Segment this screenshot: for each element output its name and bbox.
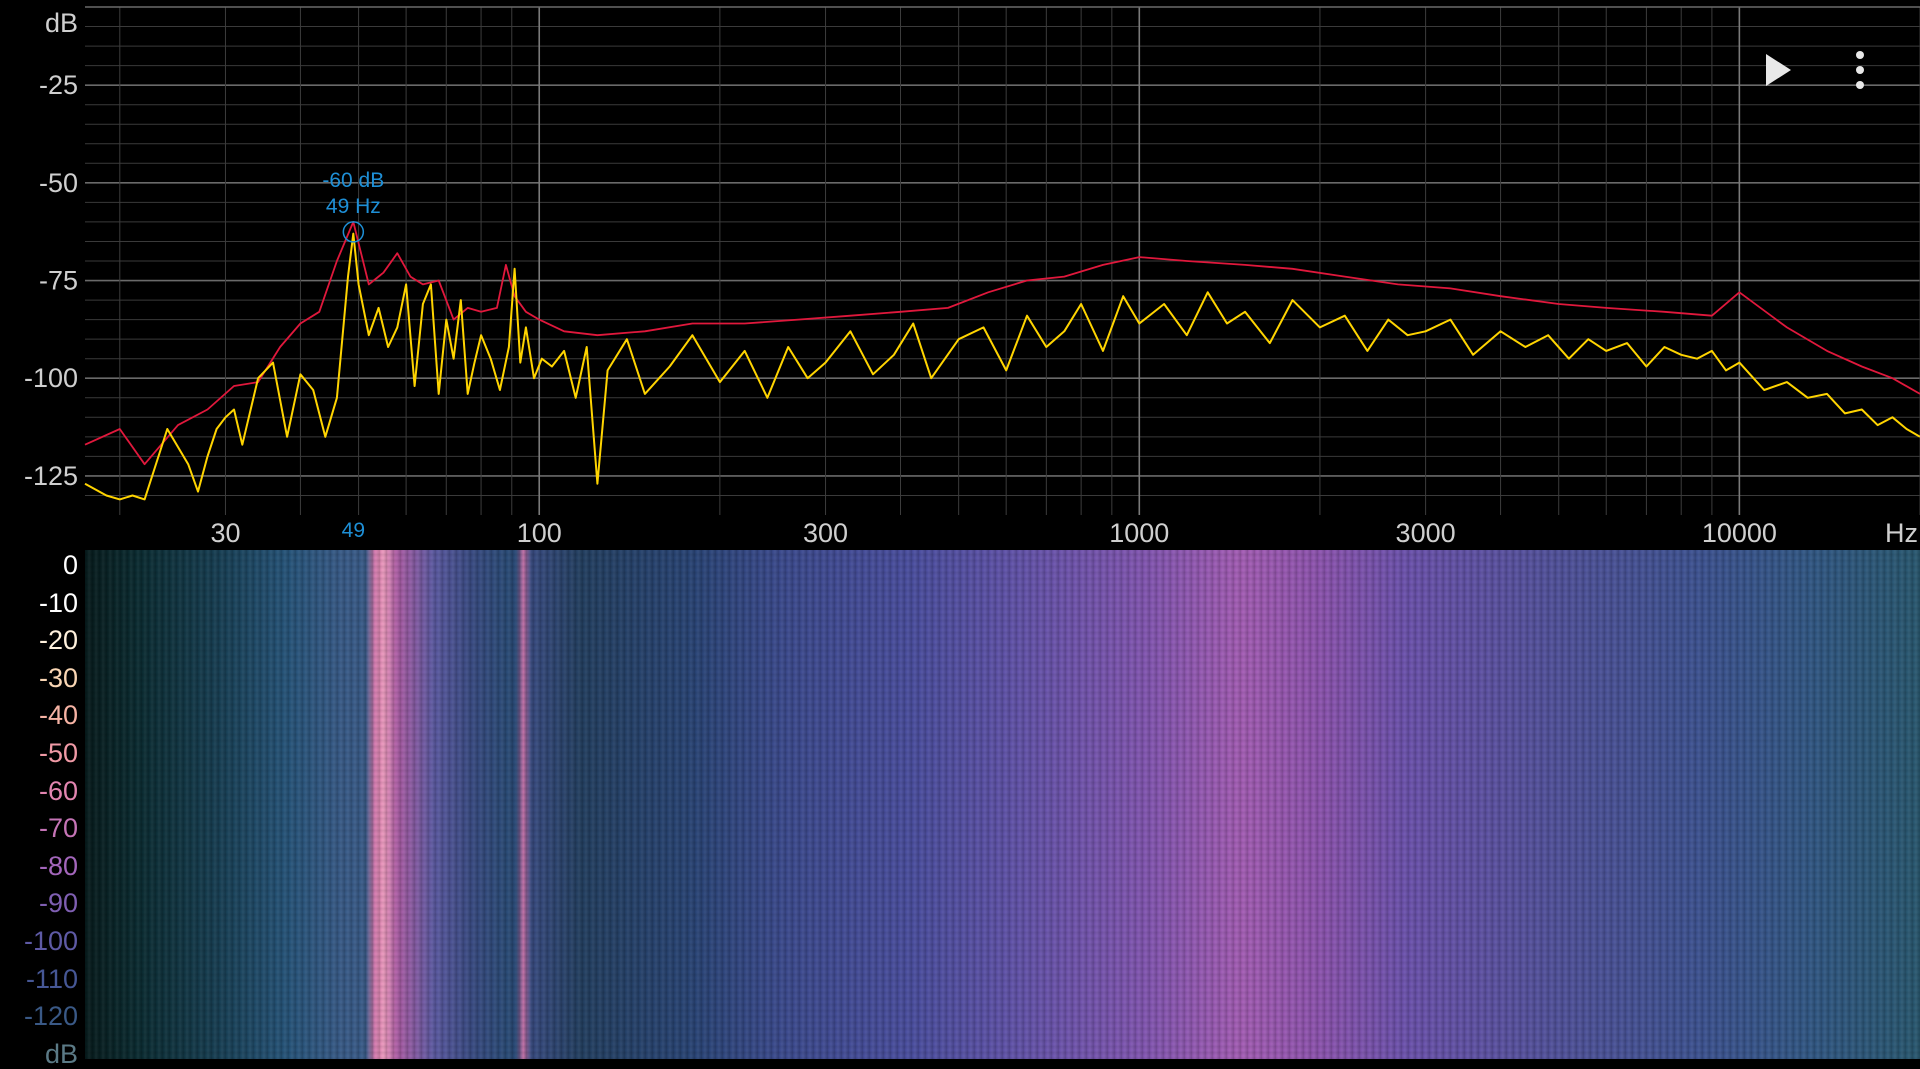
play-button[interactable] [1747,40,1807,100]
grid-lines [85,6,1920,515]
play-icon [1766,54,1791,86]
spectrogram-scale-label: -60 [38,775,78,806]
x-tick-label: 3000 [1396,518,1456,548]
y-axis-unit: dB [45,8,78,38]
more-vert-icon [1856,51,1864,89]
spectrogram-scale-label: -100 [23,926,78,956]
peak-hold-line [84,220,1920,466]
y-tick-label: -25 [39,70,78,100]
more-options-button[interactable] [1830,40,1890,100]
spectrogram-scale-label: -90 [38,888,78,919]
x-tick-label: 30 [210,518,240,548]
spectrogram-panel: 0 -10 -20 -30 -40 -50 -60 -70 -80 -90 -100 -110 -120… [0,550,1920,1069]
peak-level-label: -60 dB [322,169,384,192]
y-tick-label: -50 [39,168,78,198]
spectrogram-scale-unit: dB [44,1038,78,1069]
x-axis-unit: Hz [1885,518,1918,548]
x-tick-label: 100 [517,518,562,548]
live-spectrum-line [84,232,1920,501]
x-tick-label: 1000 [1109,518,1169,548]
spectrogram-waterfall [85,550,1920,1059]
spectrogram-scale-label: 0 [62,550,78,580]
x-tick-label: 300 [803,518,848,548]
y-tick-label: -100 [24,363,78,393]
y-tick-label: -75 [39,266,78,296]
spectrogram-texture [85,550,1920,1059]
spectrogram-scale-label: -70 [38,813,78,844]
y-tick-label: -125 [24,461,78,491]
spectrogram-scale-label: -40 [38,700,78,731]
x-tick-label: 10000 [1702,518,1777,548]
spectrogram-scale-label: -20 [38,625,78,656]
spectrogram-scale-label: -80 [38,850,78,881]
peak-frequency-label: 49 Hz [326,195,381,218]
spectrogram-scale-label: -50 [38,738,78,768]
spectrogram-scale-label: -10 [38,587,78,618]
spectrogram-scale-label: -120 [23,1001,78,1032]
spectrogram-scale-label: -110 [25,963,78,994]
spectrogram-scale-label: -30 [38,662,78,693]
peak-axis-label: 49 [342,519,365,542]
spectrum-chart: -25 -50 -75 -100 -125 dB 30 100 300 1000 3000 10000… [24,6,1920,548]
spectrum-analyzer-panel: -25 -50 -75 -100 -125 dB 30 100 300 1000 3000 10000… [0,0,1920,550]
